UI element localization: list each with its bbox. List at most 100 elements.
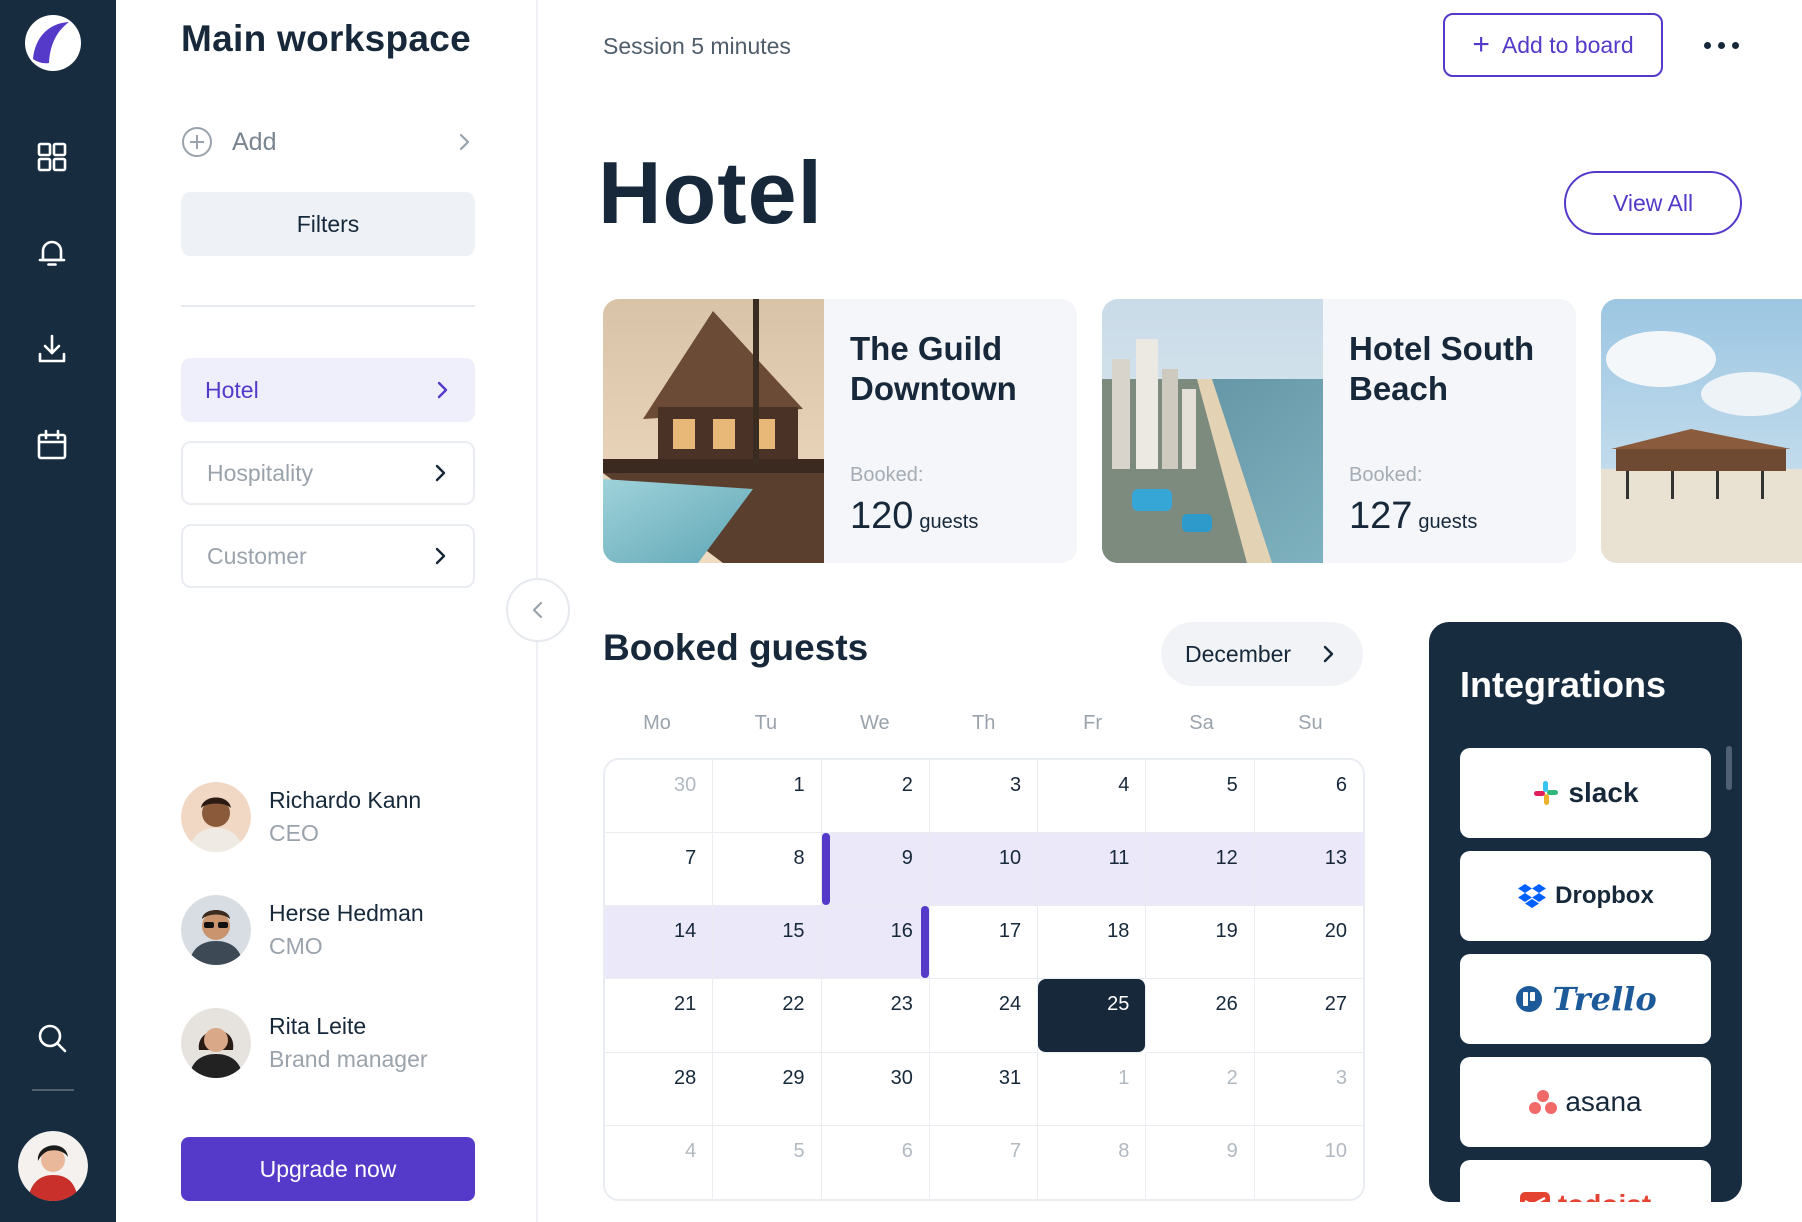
- integration-dropbox[interactable]: Dropbox: [1460, 851, 1711, 941]
- calendar-day[interactable]: 5: [713, 1125, 822, 1199]
- calendar-day[interactable]: 2: [821, 760, 930, 834]
- team-member[interactable]: Herse Hedman CMO: [181, 895, 501, 965]
- member-name: Richardo Kann: [269, 787, 422, 813]
- calendar-day[interactable]: 15: [713, 906, 822, 980]
- integration-label: Trello: [1552, 980, 1657, 1018]
- calendar-day[interactable]: 6: [1254, 760, 1363, 834]
- calendar-day[interactable]: 18: [1038, 906, 1147, 980]
- integrations-title: Integrations: [1460, 664, 1667, 705]
- member-name: Herse Hedman: [269, 900, 424, 926]
- avatar: [181, 1008, 251, 1078]
- integration-todoist[interactable]: todoist: [1460, 1160, 1711, 1202]
- calendar-day[interactable]: 30: [821, 1052, 930, 1126]
- plus-icon: +: [1472, 28, 1490, 61]
- calendar-day[interactable]: 1: [713, 760, 822, 834]
- workspace-title: Main workspace: [181, 18, 472, 59]
- more-options-icon[interactable]: [1696, 24, 1746, 66]
- calendar-day[interactable]: 8: [713, 833, 822, 907]
- calendar-day[interactable]: 6: [822, 1125, 930, 1199]
- calendar-day[interactable]: 11: [1038, 833, 1147, 907]
- hotel-card[interactable]: The Guild Downtown Booked: 120 guests: [603, 299, 1077, 563]
- calendar-day[interactable]: 9: [1146, 1125, 1255, 1199]
- calendar-day[interactable]: 27: [1254, 979, 1363, 1053]
- app-logo-icon[interactable]: [23, 13, 83, 73]
- calendar-day[interactable]: 13: [1254, 833, 1363, 907]
- search-icon[interactable]: [28, 1014, 76, 1062]
- calendar-day[interactable]: 8: [1038, 1125, 1147, 1199]
- calendar-day[interactable]: 16: [821, 906, 930, 980]
- nav-item-hospitality[interactable]: Hospitality: [181, 441, 475, 505]
- team-member[interactable]: Rita Leite Brand manager: [181, 1008, 501, 1078]
- integration-asana[interactable]: asana: [1460, 1057, 1711, 1147]
- download-icon[interactable]: [28, 325, 76, 373]
- calendar-day[interactable]: 28: [605, 1052, 714, 1126]
- slack-logo-icon: [1534, 781, 1559, 805]
- add-to-board-label: Add to board: [1501, 31, 1634, 58]
- member-role: CMO: [269, 933, 323, 959]
- integration-slack[interactable]: slack: [1460, 748, 1711, 838]
- filters-button[interactable]: Filters: [181, 192, 475, 256]
- current-user-avatar[interactable]: [18, 1131, 88, 1201]
- hotel-card[interactable]: Hotel South Beach Booked: 127 guests: [1102, 299, 1576, 563]
- calendar-day[interactable]: 7: [930, 1125, 1039, 1199]
- integration-trello[interactable]: Trello: [1460, 954, 1711, 1044]
- month-label: December: [1185, 640, 1292, 667]
- calendar-day[interactable]: 25: [1038, 979, 1147, 1053]
- integration-label: todoist: [1558, 1189, 1651, 1202]
- hotel-name: Hotel South Beach: [1349, 330, 1535, 407]
- calendar-day[interactable]: 9: [821, 833, 930, 907]
- calendar-day[interactable]: 4: [605, 1125, 714, 1199]
- calendar-day[interactable]: 14: [605, 906, 714, 980]
- calendar-day[interactable]: 23: [821, 979, 930, 1053]
- calendar-day[interactable]: 26: [1146, 979, 1255, 1053]
- calendar-day[interactable]: 20: [1254, 906, 1363, 980]
- view-all-button[interactable]: View All: [1564, 171, 1742, 235]
- add-button[interactable]: Add: [181, 122, 475, 162]
- booked-count: 127: [1349, 495, 1413, 537]
- dropbox-logo-icon: [1518, 884, 1547, 908]
- weekday-label: Su: [1298, 712, 1323, 734]
- calendar-day[interactable]: 30: [605, 760, 714, 834]
- collapse-panel-button[interactable]: [506, 578, 570, 642]
- calendar-day[interactable]: 31: [929, 1052, 1039, 1126]
- calendar-grid: 30 1 2 3 4 5 6 7 8 9 10 11 12 13 14 15 16 17 18 19 20 21 22 23 2…: [605, 760, 1363, 1199]
- hotel-card-partial[interactable]: [1601, 299, 1802, 563]
- calendar-icon[interactable]: [28, 421, 76, 469]
- bell-icon[interactable]: [28, 229, 76, 277]
- calendar-day[interactable]: 3: [929, 760, 1039, 834]
- calendar-day[interactable]: 10: [1255, 1126, 1363, 1199]
- hotel-photo: [603, 299, 824, 563]
- add-to-board-button[interactable]: + Add to board: [1443, 13, 1663, 77]
- calendar-day[interactable]: 22: [713, 979, 822, 1053]
- calendar-day[interactable]: 5: [1146, 760, 1255, 834]
- integration-label: slack: [1568, 777, 1639, 808]
- month-selector[interactable]: December: [1161, 622, 1363, 686]
- calendar-day[interactable]: 17: [929, 906, 1039, 980]
- chevron-right-icon: [1323, 645, 1334, 663]
- calendar-day[interactable]: 3: [1254, 1053, 1363, 1126]
- booked-unit: guests: [919, 511, 979, 533]
- calendar-day[interactable]: 24: [929, 979, 1039, 1053]
- calendar-day[interactable]: 1: [1038, 1052, 1147, 1126]
- nav-item-hotel[interactable]: Hotel: [181, 358, 475, 422]
- dashboard-grid-icon[interactable]: [28, 133, 76, 181]
- panel-divider: [181, 305, 475, 307]
- calendar-day[interactable]: 19: [1146, 906, 1255, 980]
- integrations-scrollbar[interactable]: [1726, 746, 1732, 790]
- calendar-day[interactable]: 4: [1038, 760, 1147, 834]
- calendar-day[interactable]: 12: [1146, 833, 1255, 907]
- weekday-label: Mo: [643, 712, 671, 734]
- calendar-day[interactable]: 10: [929, 833, 1039, 907]
- todoist-logo-icon: [1519, 1192, 1550, 1202]
- weekday-label: Sa: [1189, 712, 1214, 734]
- rail-divider: [32, 1089, 74, 1091]
- nav-item-customer[interactable]: Customer: [181, 524, 475, 588]
- integration-label: asana: [1565, 1086, 1642, 1117]
- calendar-day[interactable]: 2: [1146, 1052, 1255, 1126]
- upgrade-button[interactable]: Upgrade now: [181, 1137, 475, 1201]
- calendar-day[interactable]: 7: [605, 833, 714, 907]
- nav-item-label: Hotel: [205, 376, 259, 403]
- calendar-day[interactable]: 29: [713, 1052, 822, 1126]
- calendar-day[interactable]: 21: [605, 979, 714, 1053]
- team-member[interactable]: Richardo Kann CEO: [181, 782, 501, 852]
